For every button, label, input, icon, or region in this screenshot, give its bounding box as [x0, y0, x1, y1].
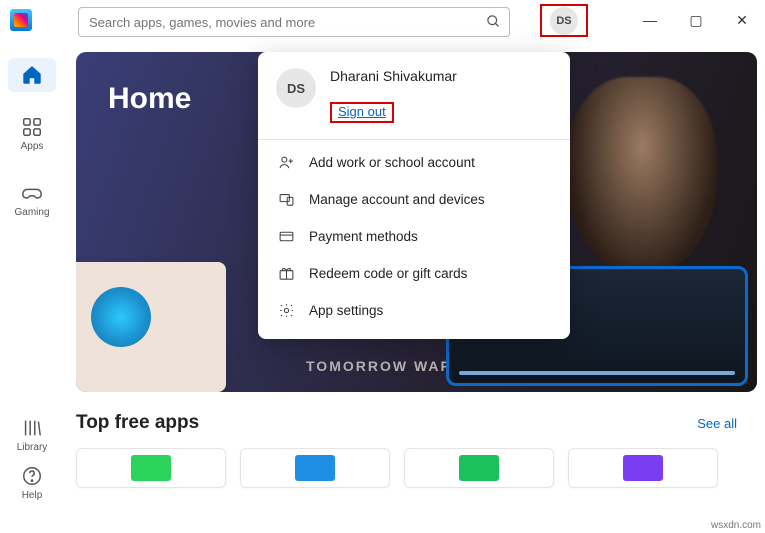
flyout-redeem-code[interactable]: Redeem code or gift cards	[276, 255, 552, 292]
nav-gaming-label: Gaming	[14, 207, 49, 218]
page-title: Home	[108, 82, 191, 116]
nav-apps-label: Apps	[21, 141, 44, 152]
search-icon[interactable]	[486, 14, 501, 33]
nav-apps[interactable]: Apps	[8, 110, 56, 158]
minimize-button[interactable]: —	[627, 0, 673, 40]
account-flyout: DS Dharani Shivakumar Sign out Add work …	[258, 52, 570, 339]
profile-avatar[interactable]: DS	[550, 7, 578, 35]
flyout-user-name: Dharani Shivakumar	[330, 68, 457, 84]
app-tile[interactable]	[404, 448, 554, 488]
search-field[interactable]	[78, 7, 510, 37]
flyout-app-settings[interactable]: App settings	[276, 292, 552, 329]
section-title-top-free-apps: Top free apps	[76, 412, 199, 434]
flyout-avatar: DS	[276, 68, 316, 108]
nav-help-label: Help	[22, 490, 43, 501]
flyout-divider	[258, 139, 570, 140]
close-button[interactable]: ✕	[719, 0, 765, 40]
watermark: wsxdn.com	[711, 520, 761, 531]
app-tile[interactable]	[568, 448, 718, 488]
flyout-manage-account[interactable]: Manage account and devices	[276, 181, 552, 218]
pc-game-pass-scrollbar[interactable]	[459, 371, 735, 375]
profile-button-highlight: DS	[540, 4, 588, 37]
nav-library[interactable]: Library	[8, 411, 56, 459]
flyout-add-work-account[interactable]: Add work or school account	[276, 144, 552, 181]
flyout-user-email	[330, 86, 450, 96]
nav-help[interactable]: Help	[8, 459, 56, 507]
nav-library-label: Library	[17, 442, 48, 453]
sign-out-link[interactable]: Sign out	[338, 104, 386, 119]
search-input[interactable]	[89, 15, 475, 30]
app-tile[interactable]	[240, 448, 390, 488]
nav-gaming[interactable]: Gaming	[8, 176, 56, 224]
see-all-link[interactable]: See all	[697, 416, 737, 431]
hero-subtitle-tomorrow-war: TOMORROW WAR	[306, 358, 453, 374]
flyout-payment-methods[interactable]: Payment methods	[276, 218, 552, 255]
sign-out-highlight: Sign out	[330, 102, 394, 123]
hero-art-2	[567, 77, 717, 277]
app-tile[interactable]	[76, 448, 226, 488]
maximize-button[interactable]: ▢	[673, 0, 719, 40]
nav-home[interactable]	[8, 58, 56, 92]
promo-thumbnail[interactable]	[76, 262, 226, 392]
store-logo-icon	[10, 9, 32, 31]
app-tile-row	[76, 448, 757, 488]
